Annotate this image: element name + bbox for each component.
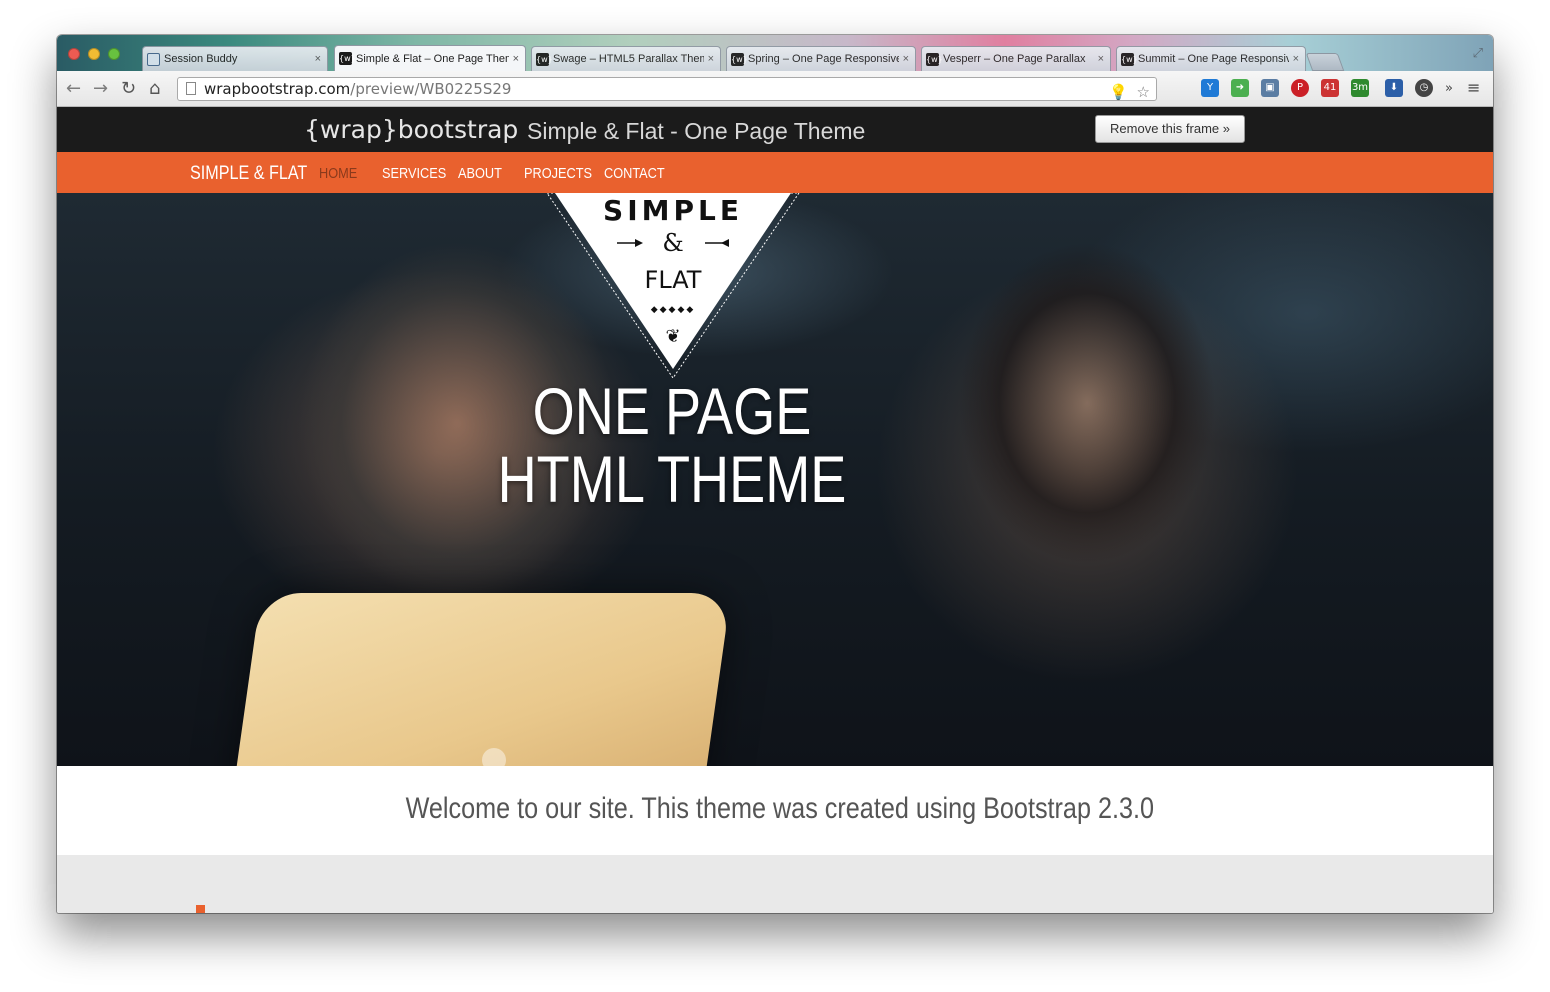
remove-frame-button[interactable]: Remove this frame »	[1095, 115, 1245, 143]
tab-title: Simple & Flat – One Page Theme	[356, 52, 509, 65]
tab-spring[interactable]: {w} Spring – One Page Responsive ×	[726, 46, 916, 71]
minimize-window-button[interactable]	[88, 48, 100, 60]
forward-arrow-icon[interactable]: ➜	[1231, 79, 1249, 97]
address-bar[interactable]: wrapbootstrap.com/preview/WB0225S29 💡 ☆	[177, 77, 1157, 101]
wrapbootstrap-icon: {w}	[536, 52, 553, 66]
nav-projects[interactable]: PROJECTS	[524, 165, 592, 182]
nav-services[interactable]: SERVICES	[382, 165, 446, 182]
browser-window: Session Buddy × {w} Simple & Flat – One …	[57, 35, 1493, 913]
tab-close-icon[interactable]: ×	[903, 53, 909, 65]
preview-frame-bar: {wrap}bootstrap Simple & Flat - One Page…	[57, 107, 1493, 152]
site-brand[interactable]: SIMPLE & FLAT	[190, 163, 307, 185]
tab-title: Summit – One Page Responsive	[1138, 53, 1289, 65]
hint-icon[interactable]: Y	[1201, 79, 1219, 97]
tab-close-icon[interactable]: ×	[708, 53, 714, 65]
hero-heading-line1: ONE PAGE	[532, 374, 812, 448]
browser-toolbar: ← → ↻ ⌂ wrapbootstrap.com/preview/WB0225…	[57, 71, 1493, 107]
hero-heading-line2: HTML THEME	[497, 442, 847, 516]
pinterest-icon[interactable]: P	[1291, 79, 1309, 97]
tab-title: Spring – One Page Responsive	[748, 53, 899, 65]
menu-icon[interactable]: ≡	[1467, 78, 1480, 97]
nav-home[interactable]: HOME	[319, 165, 357, 182]
laptop-image	[232, 593, 732, 766]
tab-simple-flat[interactable]: {w} Simple & Flat – One Page Theme ×	[334, 45, 526, 71]
tab-strip: Session Buddy × {w} Simple & Flat – One …	[57, 35, 1493, 71]
tab-title: Session Buddy	[164, 53, 238, 65]
download-icon[interactable]: ⬇	[1385, 79, 1403, 97]
welcome-section: Welcome to our site. This theme was crea…	[57, 766, 1493, 855]
new-tab-button[interactable]	[1305, 53, 1345, 71]
back-arrow-icon[interactable]: ←	[66, 78, 81, 99]
close-window-button[interactable]	[68, 48, 80, 60]
section-accent-mark	[196, 905, 205, 913]
tab-session-buddy[interactable]: Session Buddy ×	[142, 46, 328, 71]
tab-close-icon[interactable]: ×	[1098, 53, 1104, 65]
tab-title: Swage – HTML5 Parallax Theme	[553, 53, 704, 65]
reload-icon[interactable]: ↻	[121, 78, 136, 99]
badge-timer: 3m	[1351, 82, 1369, 93]
simple-flat-badge: SIMPLE & FLAT ◆◆◆◆◆ ❦	[546, 193, 800, 379]
tab-close-icon[interactable]: ×	[513, 53, 519, 65]
wrapbootstrap-icon: {w}	[339, 52, 356, 65]
badge-ornament-icon: ❦	[665, 326, 680, 347]
site-navbar: SIMPLE & FLAT HOME SERVICES ABOUT PROJEC…	[57, 152, 1493, 193]
url-host: wrapbootstrap.com	[204, 80, 351, 98]
theme-title: Simple & Flat - One Page Theme	[527, 118, 866, 144]
tab-close-icon[interactable]: ×	[315, 53, 321, 65]
wrapbootstrap-icon: {w}	[1121, 52, 1138, 66]
badge-line1: SIMPLE	[603, 194, 743, 227]
lightbulb-icon[interactable]: 💡	[1109, 81, 1128, 103]
page-icon	[186, 82, 196, 95]
clock-icon[interactable]: ◷	[1415, 79, 1433, 97]
badge-line3: FLAT	[645, 266, 702, 294]
next-section	[57, 855, 1493, 913]
apple-logo-icon	[482, 748, 506, 766]
fullscreen-icon[interactable]: ⤢	[1473, 45, 1483, 61]
weather-icon[interactable]: 41	[1321, 79, 1339, 97]
extensions-overflow-icon[interactable]: »	[1445, 81, 1453, 96]
zoom-window-button[interactable]	[108, 48, 120, 60]
tab-summit[interactable]: {w} Summit – One Page Responsive ×	[1116, 46, 1306, 71]
chrome-timer-icon[interactable]: 3m	[1351, 79, 1369, 97]
tab-title: Vesperr – One Page Parallax	[943, 53, 1086, 65]
hero-section: SIMPLE & FLAT ◆◆◆◆◆ ❦ ONE PAGE HTML THEM…	[57, 193, 1493, 766]
forward-arrow-icon[interactable]: →	[93, 78, 108, 99]
tab-close-icon[interactable]: ×	[1293, 53, 1299, 65]
session-buddy-icon	[147, 52, 160, 66]
wrapbootstrap-logo[interactable]: {wrap}bootstrap	[304, 115, 518, 144]
badge-diamonds-icon: ◆◆◆◆◆	[651, 305, 696, 315]
wrapbootstrap-icon: {w}	[731, 52, 748, 66]
tab-swage[interactable]: {w} Swage – HTML5 Parallax Theme ×	[531, 46, 721, 71]
tab-vesperr[interactable]: {w} Vesperr – One Page Parallax ×	[921, 46, 1111, 71]
nav-contact[interactable]: CONTACT	[604, 165, 665, 182]
nav-about[interactable]: ABOUT	[458, 165, 502, 182]
home-icon[interactable]: ⌂	[149, 78, 160, 99]
url-path: /preview/WB0225S29	[350, 80, 512, 98]
bookmark-star-icon[interactable]: ☆	[1137, 81, 1150, 103]
window-icon[interactable]: ▣	[1261, 79, 1279, 97]
badge-count: 41	[1323, 82, 1337, 93]
welcome-text: Welcome to our site. This theme was crea…	[405, 792, 1155, 825]
wrapbootstrap-icon: {w}	[926, 52, 943, 66]
badge-line2: &	[662, 229, 683, 257]
